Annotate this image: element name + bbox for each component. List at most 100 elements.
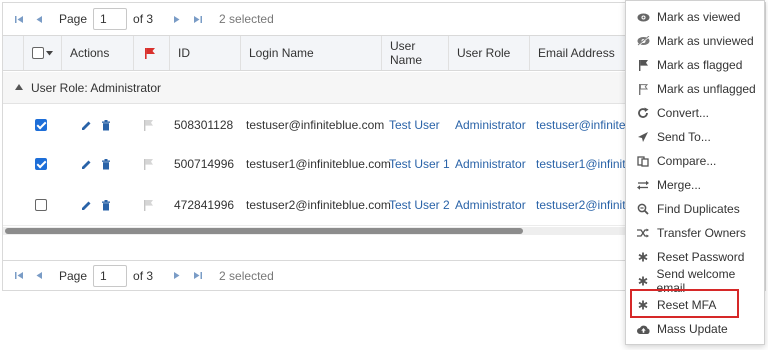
row-checkbox[interactable] [35,119,47,131]
send-icon [635,129,651,145]
row-user-name-link[interactable]: Test User 2 [389,184,450,226]
menu-item-label: Mark as flagged [657,58,743,72]
select-all-checkbox[interactable] [32,47,44,59]
menu-item-mark-as-viewed[interactable]: Mark as viewed [626,5,764,29]
column-header-email[interactable]: Email Address [529,36,639,70]
menu-item-convert[interactable]: Convert... [626,101,764,125]
column-header-user-name[interactable]: User Name [381,36,448,70]
menu-item-merge[interactable]: Merge... [626,173,764,197]
page-count: of 3 [133,268,154,283]
row-user-name-link[interactable]: Test User 1 [389,143,450,185]
collapse-caret-icon[interactable] [15,83,23,92]
menu-item-mass-update[interactable]: Mass Update [626,317,764,341]
delete-icon[interactable] [99,198,113,212]
row-id: 508301128 [174,118,234,132]
previous-page-icon[interactable] [29,9,49,29]
menu-item-label: Transfer Owners [657,226,746,240]
edit-icon[interactable] [79,198,93,212]
last-page-icon[interactable] [187,9,207,29]
delete-icon[interactable] [99,157,113,171]
menu-item-label: Reset Password [657,250,745,264]
flag-icon [144,47,156,59]
row-login-name: testuser2@infiniteblue.com [246,198,391,212]
first-page-icon[interactable] [9,266,29,286]
menu-item-compare[interactable]: Compare... [626,149,764,173]
menu-item-label: Mark as unflagged [657,82,756,96]
menu-item-label: Find Duplicates [657,202,740,216]
menu-item-find-duplicates[interactable]: Find Duplicates [626,197,764,221]
row-user-name-link[interactable]: Test User [389,104,440,146]
selected-count: 2 selected [219,12,274,26]
menu-item-reset-password[interactable]: Reset Password [626,245,764,269]
row-checkbox[interactable] [35,158,47,170]
compare-icon [635,153,651,169]
row-checkbox[interactable] [35,199,47,211]
menu-item-mark-as-unflagged[interactable]: Mark as unflagged [626,77,764,101]
next-page-icon[interactable] [167,266,187,286]
header-spacer [3,36,23,70]
transfer-icon [635,225,651,241]
column-header-user-role[interactable]: User Role [448,36,529,70]
page-number-input[interactable] [93,8,128,30]
menu-item-label: Reset MFA [657,298,717,312]
menu-item-label: Merge... [657,178,702,192]
cloud-upload-icon [635,321,651,337]
column-header-flag[interactable] [133,36,169,70]
asterisk-icon [635,249,651,265]
menu-item-mark-as-flagged[interactable]: Mark as flagged [626,53,764,77]
next-page-icon[interactable] [167,9,187,29]
eye-icon [635,9,651,25]
page-number-input[interactable] [93,264,128,287]
edit-icon[interactable] [79,118,93,132]
flag-outline-icon[interactable] [143,158,154,170]
first-page-icon[interactable] [9,9,29,29]
edit-icon[interactable] [79,157,93,171]
convert-icon [635,105,651,121]
menu-item-send-to[interactable]: Send To... [626,125,764,149]
menu-item-label: Mass Update [657,322,728,336]
menu-item-mark-as-unviewed[interactable]: Mark as unviewed [626,29,764,53]
column-header-id[interactable]: ID [169,36,240,70]
asterisk-icon [635,297,651,313]
chevron-down-icon[interactable] [46,50,53,56]
eye-off-icon [635,33,651,49]
column-label-user-role: User Role [457,46,511,60]
last-page-icon[interactable] [187,266,207,286]
menu-item-label: Mark as unviewed [657,34,754,48]
find-duplicates-icon [635,201,651,217]
mass-action-menu: Mark as viewed Mark as unviewed Mark as … [625,0,765,345]
row-user-role-link[interactable]: Administrator [455,143,526,185]
menu-item-label: Send welcome email [656,267,736,295]
row-id: 500714996 [174,157,235,171]
menu-item-transfer-owners[interactable]: Transfer Owners [626,221,764,245]
flag-outline-icon[interactable] [143,199,154,211]
menu-item-send-welcome-email[interactable]: Send welcome email [626,267,764,295]
scrollbar-thumb[interactable] [5,228,523,234]
column-header-login-name[interactable]: Login Name [240,36,381,70]
column-label-actions: Actions [70,46,110,60]
row-user-role-link[interactable]: Administrator [455,104,526,146]
column-label-email: Email Address [538,46,615,60]
menu-item-reset-mfa[interactable]: Reset MFA [626,293,764,317]
delete-icon[interactable] [99,118,113,132]
asterisk-icon [635,273,651,289]
select-all-control[interactable] [23,36,61,70]
column-label-login-name: Login Name [249,46,314,60]
row-login-name: testuser1@infiniteblue.com [246,157,391,171]
flag-outline-icon [635,81,651,97]
flag-icon [635,57,651,73]
row-login-name: testuser@infiniteblue.com [246,118,385,132]
column-label-id: ID [178,46,190,60]
page-label: Page [59,12,88,26]
page-count: of 3 [133,12,154,26]
menu-item-label: Compare... [657,154,717,168]
group-label: User Role: Administrator [31,80,162,95]
selected-count: 2 selected [219,268,274,283]
menu-item-label: Send To... [657,130,711,144]
row-user-role-link[interactable]: Administrator [455,184,526,226]
menu-item-label: Convert... [657,106,710,120]
menu-item-label: Mark as viewed [657,10,741,24]
previous-page-icon[interactable] [29,266,49,286]
flag-outline-icon[interactable] [143,119,154,131]
column-header-actions[interactable]: Actions [61,36,133,70]
